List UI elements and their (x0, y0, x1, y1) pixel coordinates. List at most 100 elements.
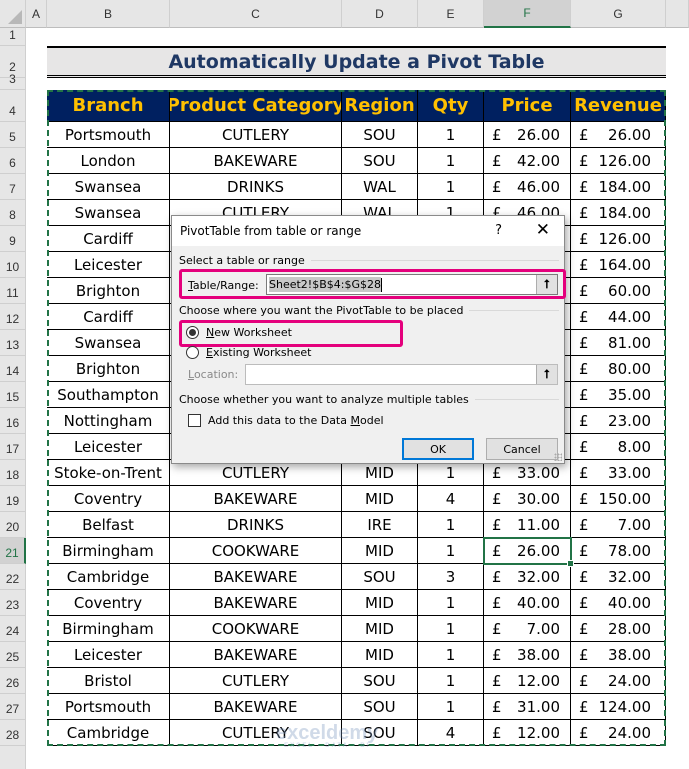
cell-branch[interactable]: Nottingham (47, 408, 170, 434)
row-header-26[interactable]: 26 (0, 668, 26, 694)
row-header-12[interactable]: 12 (0, 304, 26, 330)
cell-revenue[interactable]: £126.00 (571, 226, 666, 252)
cell-region[interactable]: MID (342, 486, 418, 512)
row-header-9[interactable]: 9 (0, 226, 26, 252)
cell-branch[interactable]: Portsmouth (47, 694, 170, 720)
row-header-18[interactable]: 18 (0, 460, 26, 486)
data-model-checkbox-box[interactable] (188, 414, 201, 427)
cell-category[interactable]: BAKEWARE (170, 590, 342, 616)
cell-branch[interactable]: Coventry (47, 590, 170, 616)
header-revenue[interactable]: Revenue (571, 90, 666, 122)
cell-category[interactable]: BAKEWARE (170, 486, 342, 512)
cell-branch[interactable]: Southampton (47, 382, 170, 408)
select-all-corner[interactable] (0, 0, 26, 28)
resize-grip[interactable] (554, 453, 562, 461)
cell-branch[interactable]: Cambridge (47, 564, 170, 590)
cell-branch[interactable]: Brighton (47, 278, 170, 304)
cell-branch[interactable]: Swansea (47, 330, 170, 356)
row-header-4[interactable]: 4 (0, 90, 26, 122)
cell-qty[interactable]: 1 (418, 174, 484, 200)
cell-region[interactable]: MID (342, 616, 418, 642)
cell-revenue[interactable]: £7.00 (571, 512, 666, 538)
cell-price[interactable]: £46.00 (484, 174, 571, 200)
collapse-location-button[interactable]: ⭡ (536, 365, 557, 384)
table-range-input[interactable]: Sheet2!$B$4:$G$28 ⭡ (266, 274, 558, 295)
cell-revenue[interactable]: £164.00 (571, 252, 666, 278)
header-price[interactable]: Price (484, 90, 571, 122)
radio-existing-worksheet-button[interactable] (186, 346, 199, 359)
cell-branch[interactable]: Stoke-on-Trent (47, 460, 170, 486)
row-header-25[interactable]: 25 (0, 642, 26, 668)
cell-qty[interactable]: 1 (418, 538, 484, 564)
row-header-16[interactable]: 16 (0, 408, 26, 434)
cell-branch[interactable]: Birmingham (47, 616, 170, 642)
column-header-b[interactable]: B (47, 0, 170, 28)
header-region[interactable]: Region (342, 90, 418, 122)
cell-qty[interactable]: 1 (418, 512, 484, 538)
cell-qty[interactable]: 1 (418, 694, 484, 720)
cell-revenue[interactable]: £184.00 (571, 174, 666, 200)
radio-new-worksheet-label[interactable]: New Worksheet (206, 326, 292, 339)
row-header-14[interactable]: 14 (0, 356, 26, 382)
header-branch[interactable]: Branch (47, 90, 170, 122)
cell-price[interactable]: £7.00 (484, 616, 571, 642)
row-header-21[interactable]: 21 (0, 538, 26, 564)
row-header-8[interactable]: 8 (0, 200, 26, 226)
cell-region[interactable]: IRE (342, 512, 418, 538)
cell-region[interactable]: SOU (342, 720, 418, 746)
cell-price[interactable]: £12.00 (484, 668, 571, 694)
column-header-e[interactable]: E (418, 0, 484, 28)
cell-revenue[interactable]: £38.00 (571, 642, 666, 668)
row-header-5[interactable]: 5 (0, 122, 26, 148)
cell-branch[interactable]: London (47, 148, 170, 174)
data-model-label[interactable]: Add this data to the Data Model (208, 414, 384, 427)
column-header-d[interactable]: D (342, 0, 418, 28)
cell-category[interactable]: COOKWARE (170, 538, 342, 564)
cell-branch[interactable]: Leicester (47, 252, 170, 278)
cell-revenue[interactable]: £8.00 (571, 434, 666, 460)
close-icon[interactable]: ✕ (536, 220, 550, 240)
cell-price[interactable]: £26.00 (484, 122, 571, 148)
row-header-15[interactable]: 15 (0, 382, 26, 408)
cell-branch[interactable]: Leicester (47, 434, 170, 460)
column-header-c[interactable]: C (170, 0, 342, 28)
row-header-22[interactable]: 22 (0, 564, 26, 590)
cell-revenue[interactable]: £60.00 (571, 278, 666, 304)
row-header-28[interactable]: 28 (0, 720, 26, 746)
ok-button[interactable]: OK (402, 438, 474, 460)
cell-revenue[interactable]: £44.00 (571, 304, 666, 330)
cell-price[interactable]: £38.00 (484, 642, 571, 668)
cell-branch[interactable]: Coventry (47, 486, 170, 512)
cell-price[interactable]: £40.00 (484, 590, 571, 616)
cancel-button[interactable]: Cancel (486, 438, 558, 460)
cell-revenue[interactable]: £24.00 (571, 720, 666, 746)
cell-revenue[interactable]: £28.00 (571, 616, 666, 642)
cell-region[interactable]: MID (342, 538, 418, 564)
cell-qty[interactable]: 1 (418, 122, 484, 148)
cell-qty[interactable]: 1 (418, 668, 484, 694)
cell-revenue[interactable]: £124.00 (571, 694, 666, 720)
row-header-10[interactable]: 10 (0, 252, 26, 278)
row-header-11[interactable]: 11 (0, 278, 26, 304)
cell-revenue[interactable]: £78.00 (571, 538, 666, 564)
cell-qty[interactable]: 1 (418, 616, 484, 642)
cell-branch[interactable]: Leicester (47, 642, 170, 668)
row-header-20[interactable]: 20 (0, 512, 26, 538)
cell-price[interactable]: £32.00 (484, 564, 571, 590)
header-qty[interactable]: Qty (418, 90, 484, 122)
radio-existing-worksheet-label[interactable]: Existing Worksheet (206, 346, 311, 359)
cell-branch[interactable]: Cardiff (47, 304, 170, 330)
cell-price[interactable]: £12.00 (484, 720, 571, 746)
cell-qty[interactable]: 1 (418, 590, 484, 616)
cell-branch[interactable]: Swansea (47, 200, 170, 226)
cell-branch[interactable]: Portsmouth (47, 122, 170, 148)
row-header-3[interactable]: 3 (0, 72, 26, 90)
column-header-a[interactable]: A (26, 0, 47, 28)
row-header-13[interactable]: 13 (0, 330, 26, 356)
row-header-6[interactable]: 6 (0, 148, 26, 174)
collapse-range-button[interactable]: ⭡ (536, 275, 557, 294)
cell-branch[interactable]: Swansea (47, 174, 170, 200)
help-icon[interactable]: ? (495, 223, 502, 238)
cell-branch[interactable]: Brighton (47, 356, 170, 382)
cell-category[interactable]: DRINKS (170, 512, 342, 538)
